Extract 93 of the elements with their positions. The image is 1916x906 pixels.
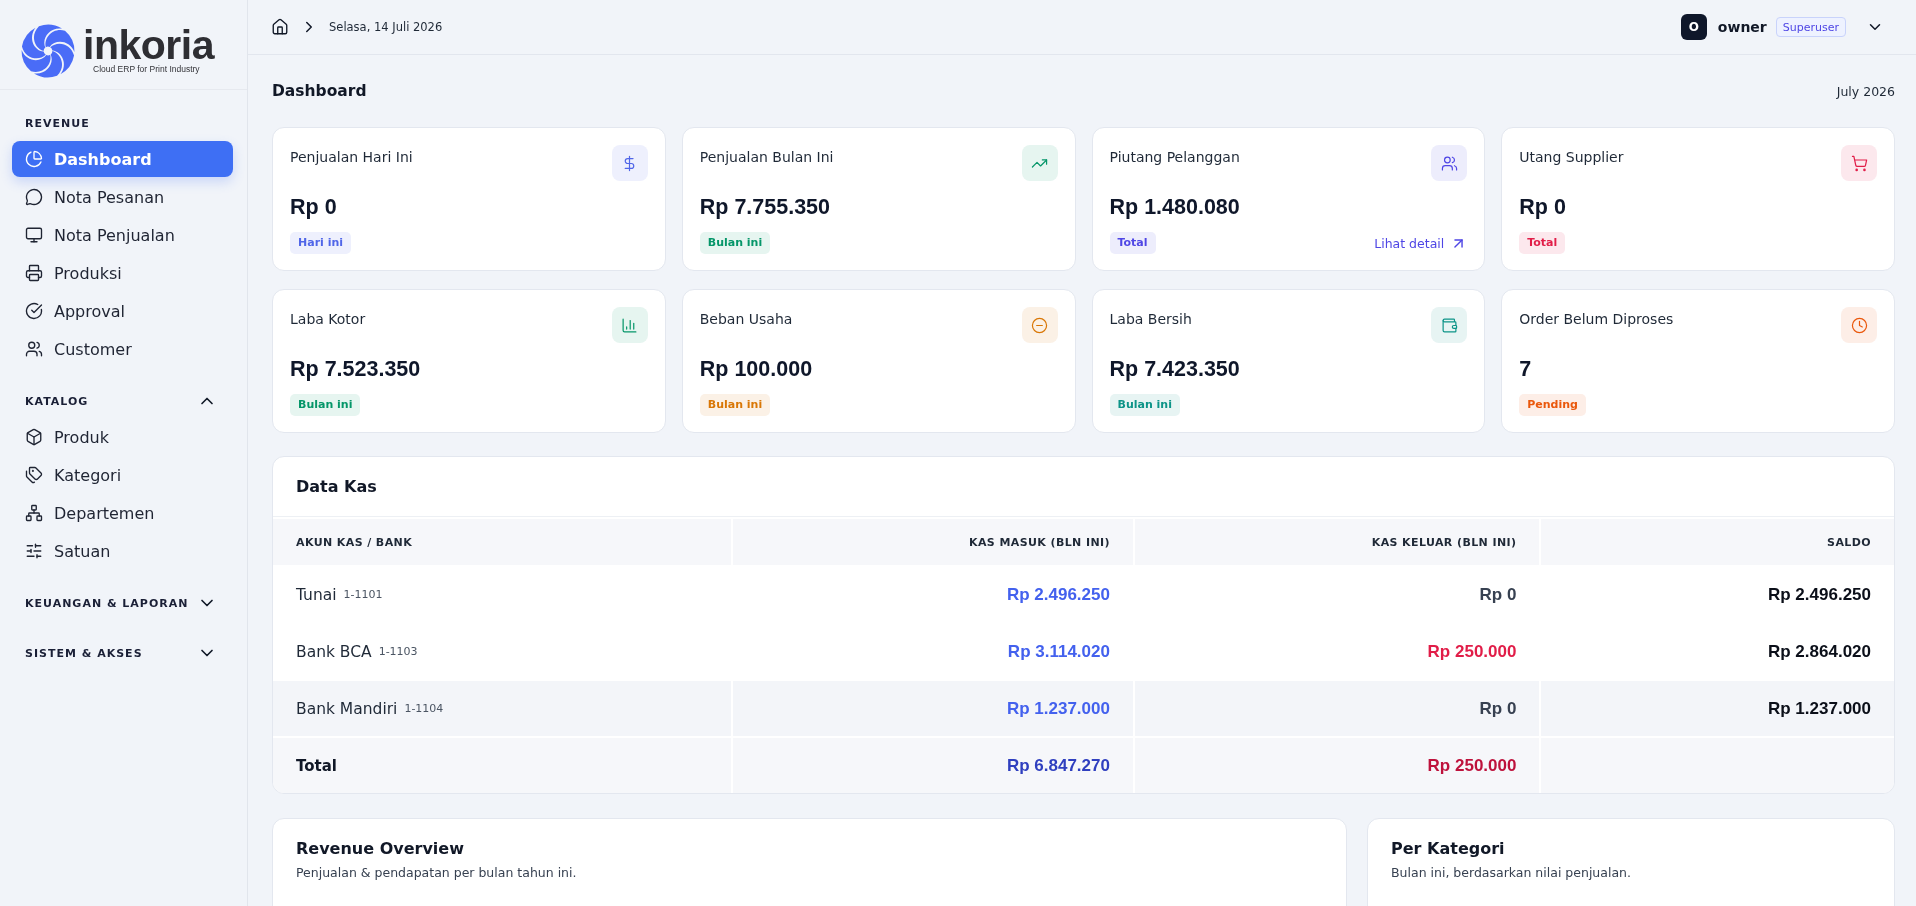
nav-item[interactable]: Departemen	[12, 495, 233, 531]
stat-value: Rp 1.480.080	[1109, 194, 1241, 221]
column-header: KAS MASUK (BLN INI)	[969, 535, 1110, 549]
stat-value: Rp 7.755.350	[699, 194, 832, 221]
cart-icon	[1841, 145, 1877, 181]
stat-value: Rp 7.423.350	[1109, 356, 1241, 383]
tag-icon	[25, 466, 43, 484]
box-icon	[25, 428, 43, 446]
home-icon[interactable]	[271, 18, 289, 36]
stat-tag: Bulan ini	[699, 394, 771, 416]
panel-subtitle: Bulan ini, berdasarkan nilai penjualan.	[1391, 865, 1632, 880]
section-toggle[interactable]: KATALOG	[12, 389, 233, 413]
panel-title: Data Kas	[296, 476, 377, 497]
account-name: Bank BCA	[296, 642, 372, 661]
total-label: Total	[296, 756, 337, 775]
logo-swirl-icon	[21, 23, 75, 78]
stat-value: Rp 0	[290, 194, 338, 221]
stat-title: Laba Bersih	[1109, 311, 1192, 327]
user-name: owner	[1717, 19, 1767, 35]
stat-value: Rp 100.000	[699, 356, 814, 383]
column-header: AKUN KAS / BANK	[296, 535, 413, 549]
logo-tagline: Cloud ERP for Print Industry	[92, 64, 201, 75]
panel-title: Revenue Overview	[296, 839, 465, 859]
nav-item[interactable]: Nota Pesanan	[12, 179, 233, 215]
stat-value: Rp 0	[1519, 194, 1567, 221]
amount-text: Rp 250.000	[1427, 755, 1517, 776]
trend-up-icon	[1021, 145, 1058, 181]
nav-item[interactable]: Customer	[12, 331, 233, 367]
amount-text: Rp 0	[1479, 698, 1517, 719]
column-header: KAS KELUAR (BLN INI)	[1371, 535, 1517, 549]
dollar-icon	[611, 145, 648, 181]
logo-wordmark: inkoria	[83, 26, 214, 64]
amount-text: Rp 3.114.020	[1007, 641, 1110, 662]
stat-title: Penjualan Bulan Ini	[699, 149, 834, 165]
account-name: Tunai	[296, 585, 337, 604]
stat-tag: Total	[1109, 232, 1156, 254]
amount-text: Rp 2.864.020	[1768, 641, 1871, 662]
panel-subtitle: Penjualan & pendapatan per bulan tahun ini.	[296, 865, 578, 880]
breadcrumb-date: Selasa, 14 Juli 2026	[329, 20, 443, 34]
panel-title: Per Kategori	[1391, 839, 1506, 859]
stat-title: Laba Kotor	[290, 311, 366, 327]
stat-tag: Hari ini	[290, 232, 352, 254]
section-label: REVENUE	[24, 115, 91, 132]
stat-title: Penjualan Hari Ini	[290, 149, 413, 165]
chat-bubble-icon	[25, 188, 43, 206]
clock-icon	[1841, 307, 1877, 343]
stat-value: 7	[1519, 356, 1533, 383]
nav-item[interactable]: Produk	[12, 419, 233, 455]
nav-item[interactable]: Kategori	[12, 457, 233, 493]
account-name: Bank Mandiri	[296, 699, 398, 718]
section-toggle[interactable]: SISTEM & AKSES	[12, 641, 233, 665]
bar-chart-icon	[611, 307, 648, 343]
stat-title: Order Belum Diproses	[1519, 311, 1674, 327]
printer-icon	[25, 264, 43, 282]
users-icon	[1431, 145, 1468, 181]
stat-title: Utang Supplier	[1519, 149, 1624, 165]
account-code: 1-1104	[404, 702, 444, 715]
section-toggle[interactable]: KEUANGAN & LAPORAN	[12, 591, 233, 615]
page-title: Dashboard	[272, 82, 367, 100]
stat-tag: Bulan ini	[1109, 394, 1180, 416]
column-header: SALDO	[1827, 535, 1871, 549]
amount-text: Rp 0	[1479, 584, 1517, 605]
stat-value: Rp 7.523.350	[290, 356, 422, 383]
amount-text: Rp 2.496.250	[1768, 584, 1871, 605]
role-badge: Superuser	[1775, 17, 1846, 37]
wallet-icon	[1431, 307, 1468, 343]
account-code: 1-1103	[378, 645, 418, 658]
period-label: July 2026	[1836, 83, 1895, 99]
nav-item[interactable]: Dashboard	[12, 141, 233, 177]
stat-title: Piutang Pelanggan	[1109, 149, 1240, 165]
pie-chart-icon	[25, 150, 43, 168]
sliders-icon	[25, 542, 43, 560]
users-icon	[25, 340, 43, 358]
account-code: 1-1101	[343, 588, 383, 601]
nav-item[interactable]: Satuan	[12, 533, 233, 569]
stat-title: Beban Usaha	[699, 311, 793, 327]
check-circle-icon	[25, 302, 43, 320]
nav-item[interactable]: Produksi	[12, 255, 233, 291]
nav-item[interactable]: Nota Penjualan	[12, 217, 233, 253]
stat-tag: Pending	[1519, 394, 1586, 416]
stat-tag: Bulan ini	[699, 232, 771, 254]
hierarchy-icon	[25, 504, 43, 522]
stat-tag: Bulan ini	[290, 394, 361, 416]
amount-text: Rp 6.847.270	[1006, 755, 1110, 776]
stat-tag: Total	[1519, 232, 1566, 254]
amount-text: Rp 2.496.250	[1006, 584, 1110, 605]
nav-item[interactable]: Approval	[12, 293, 233, 329]
user-avatar: O	[1680, 14, 1707, 40]
monitor-icon	[25, 226, 43, 244]
amount-text: Rp 250.000	[1427, 641, 1517, 662]
amount-text: Rp 1.237.000	[1006, 698, 1110, 719]
detail-link[interactable]: Lihat detail	[1374, 234, 1468, 252]
amount-text: Rp 1.237.000	[1768, 698, 1871, 719]
